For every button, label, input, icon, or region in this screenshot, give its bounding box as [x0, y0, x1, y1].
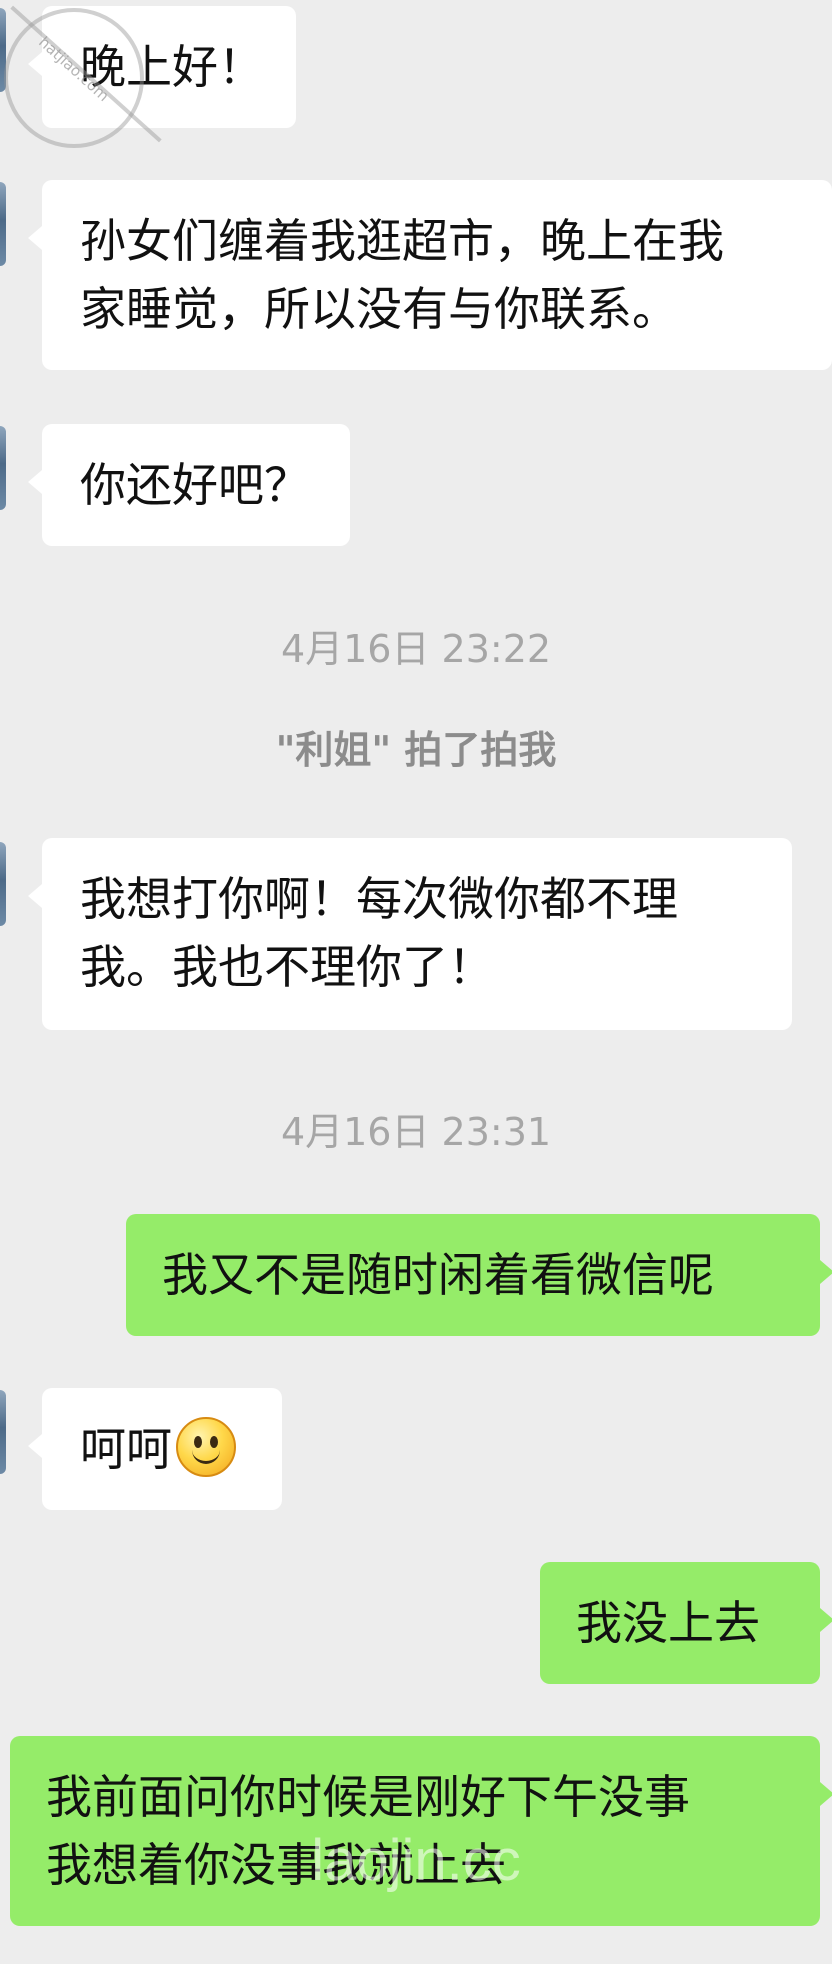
outgoing-message-bubble[interactable]: 我又不是随时闲着看微信呢	[126, 1214, 832, 1336]
incoming-message-bubble[interactable]: 晚上好！	[28, 6, 296, 128]
outgoing-message-bubble[interactable]: 我前面问你时候是刚好下午没事 我想着你没事我就上去	[10, 1736, 832, 1926]
message-text: 你还好吧？	[80, 458, 310, 512]
smiling-face-emoji-icon	[176, 1417, 236, 1477]
message-text-line: 我。我也不理你了！	[80, 940, 494, 994]
message-text: 我又不是随时闲着看微信呢	[162, 1248, 714, 1302]
message-content: 呵呵	[80, 1415, 282, 1483]
incoming-message-bubble[interactable]: 呵呵	[28, 1388, 282, 1510]
message-text-line: 我前面问你时候是刚好下午没事	[46, 1770, 690, 1824]
message-text: 晚上好！	[80, 40, 264, 94]
outgoing-message-bubble[interactable]: 我没上去	[540, 1562, 832, 1684]
message-text-line: 孙女们缠着我逛超市，晚上在我	[80, 214, 724, 268]
pat-notification: "利姐" 拍了拍我	[275, 728, 557, 772]
message-text-line: 我想打你啊！每次微你都不理	[80, 872, 678, 926]
message-timestamp: 4月16日 23:22	[280, 627, 552, 671]
sender-avatar[interactable]	[0, 182, 6, 266]
message-text-line: 我想着你没事我就上去	[46, 1838, 506, 1892]
message-timestamp: 4月16日 23:31	[280, 1110, 552, 1154]
sender-avatar[interactable]	[0, 426, 6, 510]
incoming-message-bubble[interactable]: 孙女们缠着我逛超市，晚上在我 家睡觉，所以没有与你联系。	[28, 180, 832, 370]
message-text: 我没上去	[576, 1596, 760, 1650]
incoming-message-bubble[interactable]: 我想打你啊！每次微你都不理 我。我也不理你了！	[28, 838, 792, 1030]
sender-avatar[interactable]	[0, 1390, 6, 1474]
incoming-message-bubble[interactable]: 你还好吧？	[28, 424, 350, 546]
message-text: 呵呵	[80, 1422, 172, 1476]
sender-avatar[interactable]	[0, 842, 6, 926]
sender-avatar[interactable]	[0, 8, 6, 92]
message-text-line: 家睡觉，所以没有与你联系。	[80, 282, 678, 336]
